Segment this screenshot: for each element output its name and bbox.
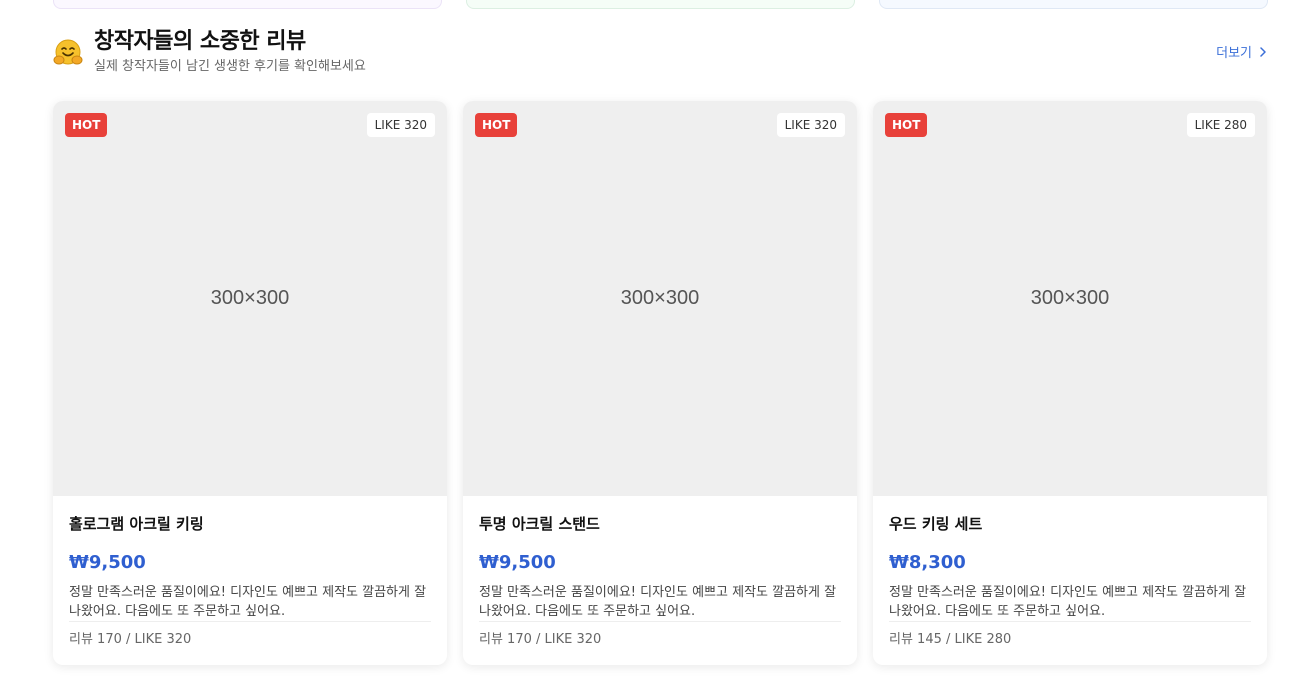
hugging-face-icon [53,39,83,65]
hot-badge: HOT [65,113,108,137]
review-text: 정말 만족스러운 품질이에요! 디자인도 예쁘고 제작도 깔끔하게 잘 나왔어요… [69,585,427,619]
product-price: ₩9,500 [479,552,556,573]
hot-badge: HOT [475,113,518,137]
section-header: 창작자들의 소중한 리뷰 실제 창작자들이 남긴 생생한 후기를 확인해보세요 … [53,27,1268,79]
more-link[interactable]: 더보기 [1216,42,1268,61]
like-badge: LIKE 280 [1186,113,1255,137]
divider [69,621,431,622]
image-placeholder-text: 300×300 [1030,287,1110,309]
hot-badge: HOT [885,113,928,137]
section-subtitle: 실제 창작자들이 남긴 생생한 후기를 확인해보세요 [94,59,366,74]
review-meta: 리뷰 170 / LIKE 320 [479,632,602,647]
product-name: 투명 아크릴 스탠드 [479,515,600,533]
image-placeholder-text: 300×300 [210,287,290,309]
product-image: HOT LIKE 280 300×300 [873,101,1267,496]
chevron-right-icon [1260,46,1266,57]
product-image: HOT LIKE 320 300×300 [53,101,447,496]
image-placeholder-text: 300×300 [620,287,700,309]
section-title: 창작자들의 소중한 리뷰 [94,29,306,54]
product-name: 우드 키링 세트 [889,515,983,533]
product-name: 홀로그램 아크릴 키링 [69,515,204,533]
review-meta: 리뷰 145 / LIKE 280 [889,632,1012,647]
previous-section-cards [53,0,1268,9]
review-card[interactable]: HOT LIKE 320 300×300 홀로그램 아크릴 키링 ₩9,500 … [53,101,447,665]
review-meta: 리뷰 170 / LIKE 320 [69,632,192,647]
review-card[interactable]: HOT LIKE 320 300×300 투명 아크릴 스탠드 ₩9,500 정… [463,101,857,665]
product-image: HOT LIKE 320 300×300 [463,101,857,496]
review-text: 정말 만족스러운 품질이에요! 디자인도 예쁘고 제작도 깔끔하게 잘 나왔어요… [479,585,837,619]
product-price: ₩9,500 [69,552,146,573]
like-badge: LIKE 320 [366,113,435,137]
previous-card[interactable] [466,0,855,9]
more-link-label: 더보기 [1216,46,1252,61]
product-price: ₩8,300 [889,552,966,573]
previous-card[interactable] [53,0,442,9]
divider [889,621,1251,622]
divider [479,621,841,622]
review-card-list: HOT LIKE 320 300×300 홀로그램 아크릴 키링 ₩9,500 … [53,101,1268,665]
previous-card[interactable] [879,0,1268,9]
like-badge: LIKE 320 [776,113,845,137]
review-card[interactable]: HOT LIKE 280 300×300 우드 키링 세트 ₩8,300 정말 … [873,101,1267,665]
review-text: 정말 만족스러운 품질이에요! 디자인도 예쁘고 제작도 깔끔하게 잘 나왔어요… [889,585,1247,619]
